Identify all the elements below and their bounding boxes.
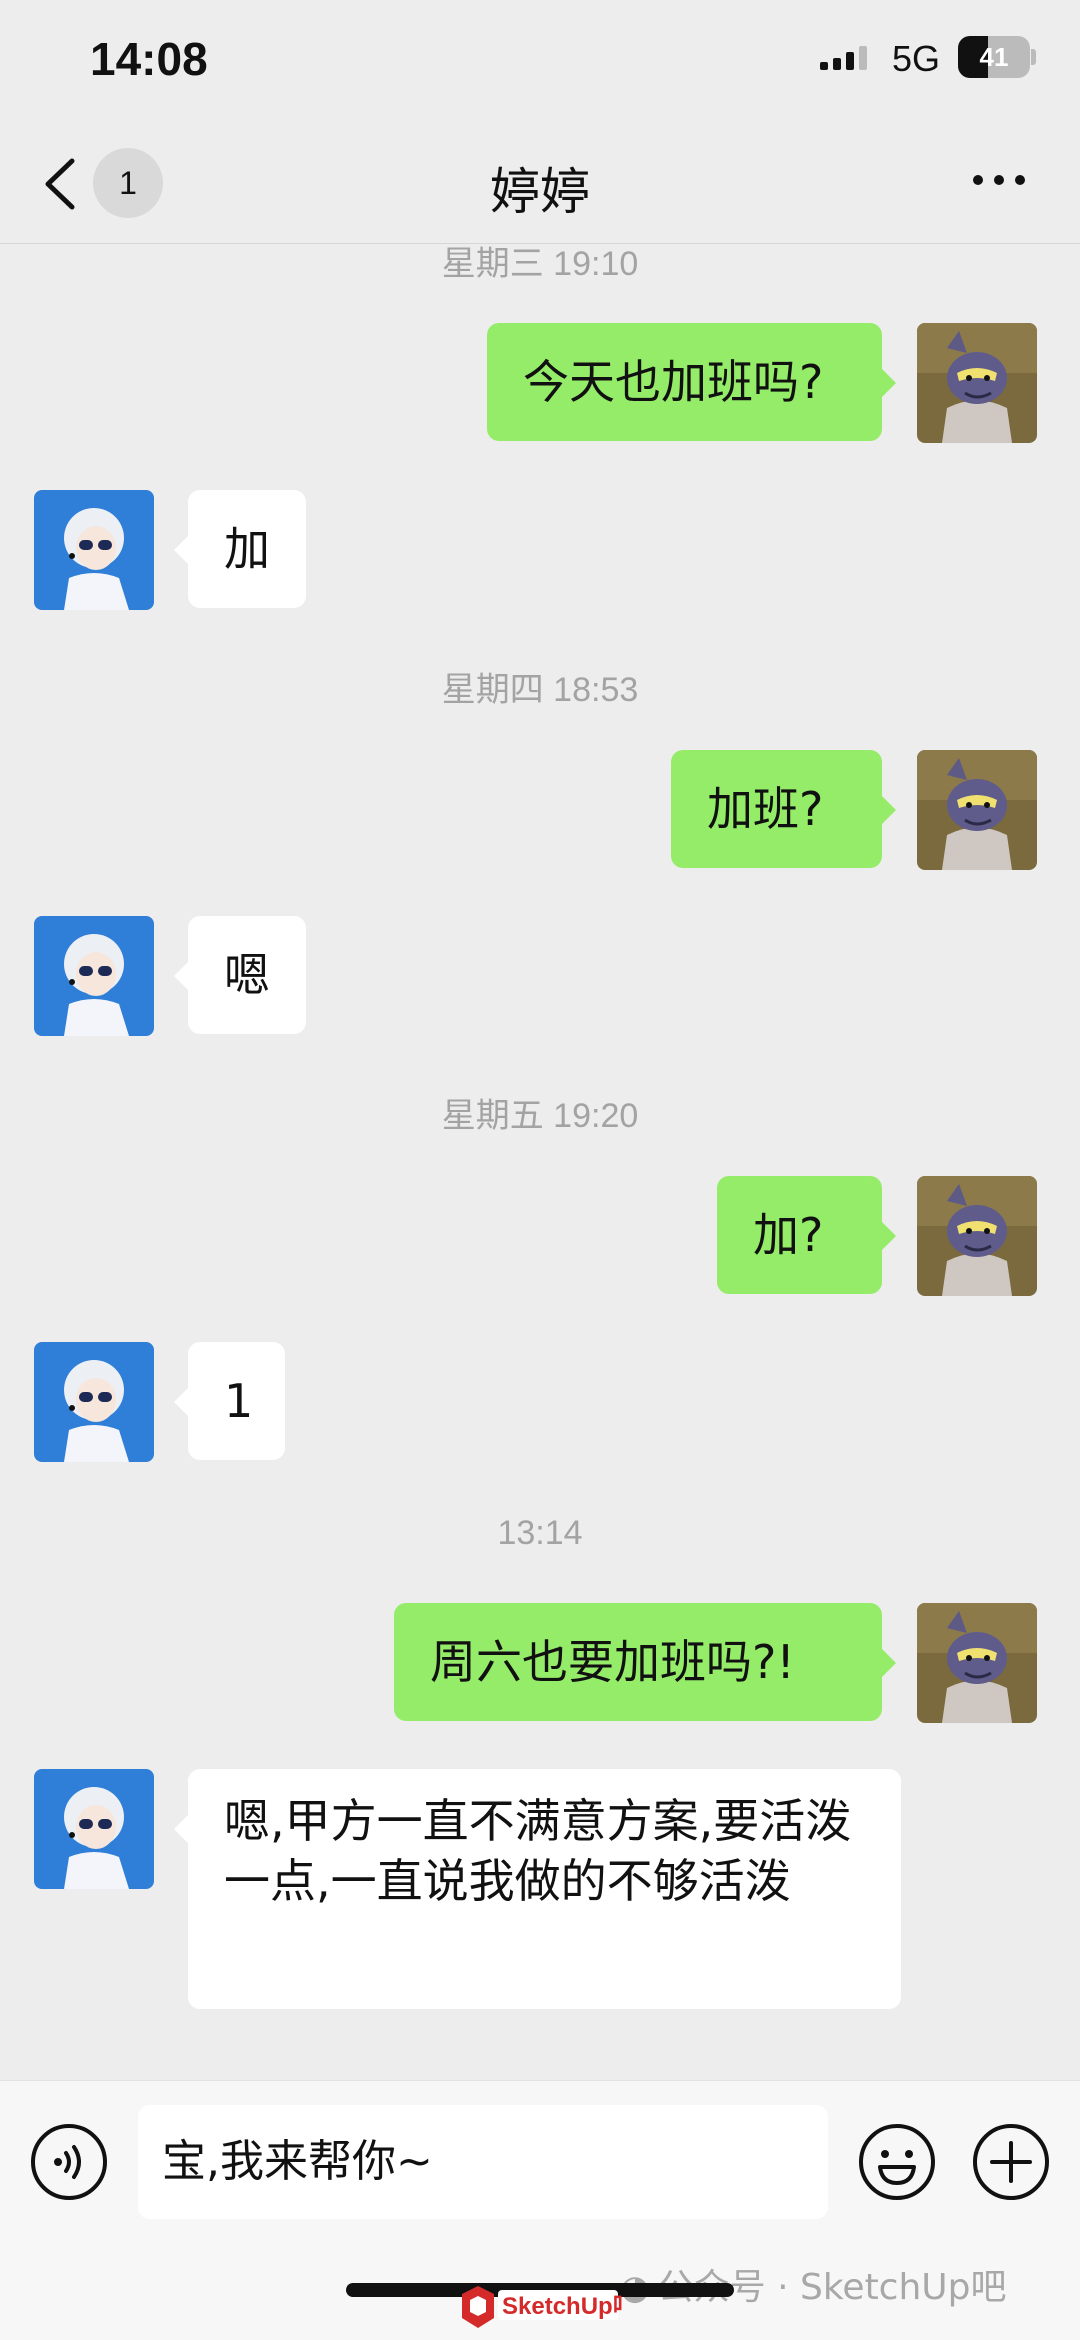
incoming-message[interactable]: 嗯,甲方一直不满意方案,要活泼一点,一直说我做的不够活泼 xyxy=(174,1769,901,2009)
logo-text: SketchUp吧 xyxy=(502,2293,622,2320)
my-avatar[interactable] xyxy=(917,1176,1037,1296)
page-title: 婷婷 xyxy=(490,163,590,221)
network-label: 5G xyxy=(892,38,941,79)
my-avatar[interactable] xyxy=(917,323,1037,443)
contact-avatar[interactable] xyxy=(34,490,154,610)
contact-avatar[interactable] xyxy=(34,1342,154,1462)
battery-level: 41 xyxy=(979,42,1009,72)
status-time: 14:08 xyxy=(90,33,208,85)
message-timestamp: 星期四 18:53 xyxy=(441,671,639,709)
sketchup-logo: SketchUp吧 xyxy=(462,2286,622,2328)
message-timestamp: 星期五 19:20 xyxy=(441,1097,639,1135)
my-avatar[interactable] xyxy=(917,750,1037,870)
incoming-message[interactable]: 加 xyxy=(174,490,306,608)
incoming-message[interactable]: 嗯 xyxy=(174,916,306,1034)
outgoing-message[interactable]: 今天也加班吗? xyxy=(487,323,896,441)
incoming-message[interactable]: 1 xyxy=(174,1342,285,1460)
message-input[interactable]: 宝,我来帮你~ xyxy=(138,2105,828,2219)
voice-icon[interactable] xyxy=(30,2123,108,2201)
plus-icon[interactable] xyxy=(972,2123,1050,2201)
message-timestamp: 13:14 xyxy=(497,1514,583,1552)
outgoing-message[interactable]: 加班? xyxy=(671,750,896,868)
battery-icon: 41 xyxy=(958,36,1036,78)
signal-icon xyxy=(820,46,867,70)
contact-avatar[interactable] xyxy=(34,1769,154,1889)
outgoing-message[interactable]: 周六也要加班吗?! xyxy=(394,1603,896,1721)
outgoing-message[interactable]: 加? xyxy=(717,1176,896,1294)
emoji-icon[interactable] xyxy=(858,2123,936,2201)
my-avatar[interactable] xyxy=(917,1603,1037,1723)
contact-avatar[interactable] xyxy=(34,916,154,1036)
message-timestamp: 星期三 19:10 xyxy=(441,245,639,283)
status-bar: 14:08 5G 41 xyxy=(0,0,1080,125)
